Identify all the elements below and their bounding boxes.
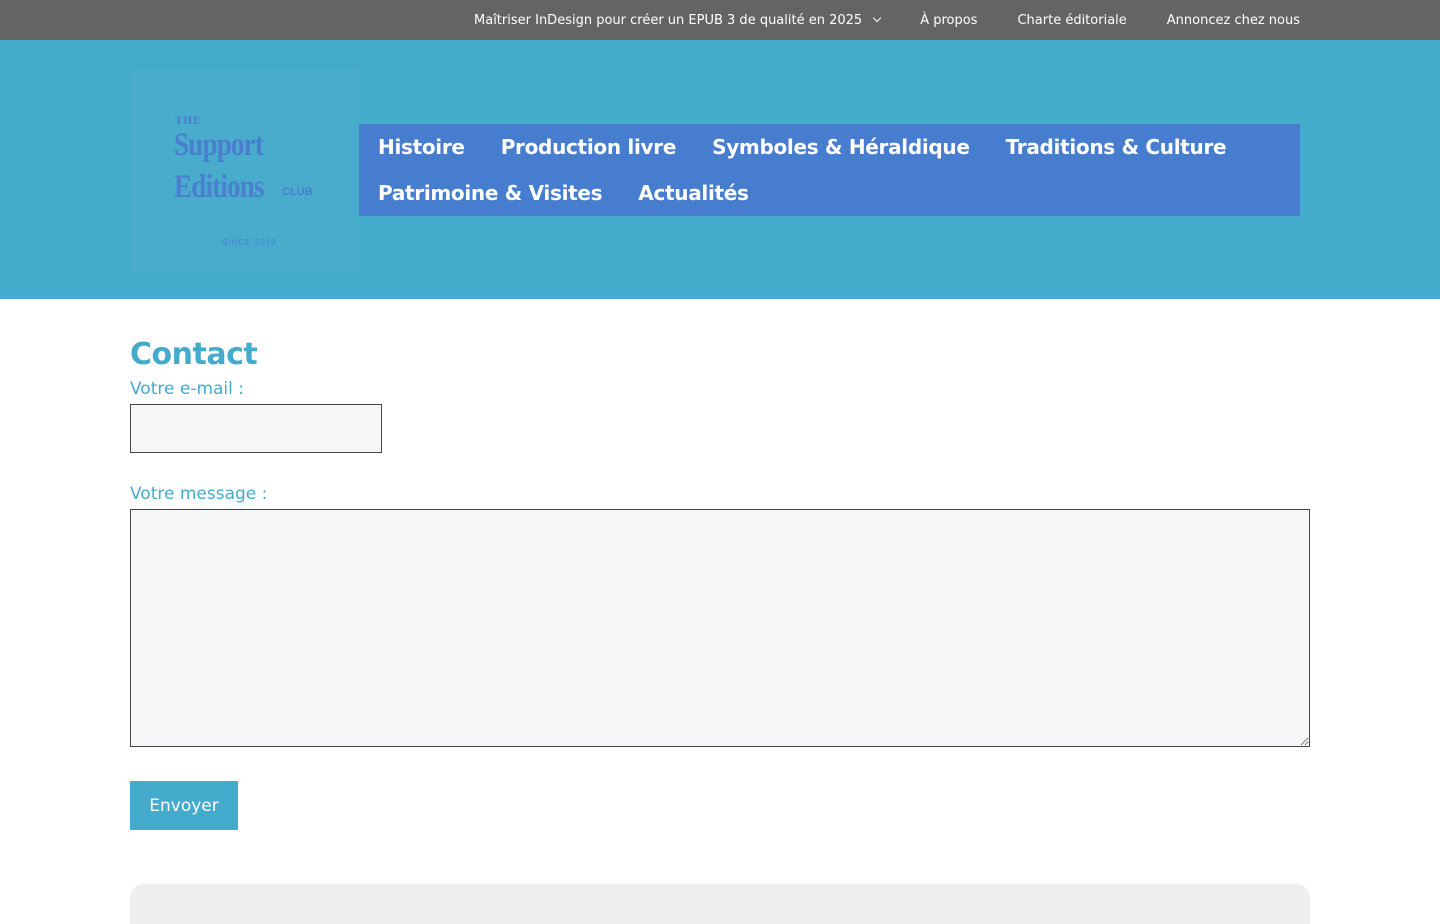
site-header: THE Support Editions CLUB SINCE 2010 His… [0, 40, 1440, 299]
topbar-item-editorial-charter[interactable]: Charte éditoriale [1017, 0, 1126, 40]
logo-text-since: SINCE 2010 [222, 238, 277, 247]
main-navigation: Histoire Production livre Symboles & Hér… [359, 124, 1300, 216]
site-logo[interactable]: THE Support Editions CLUB SINCE 2010 [130, 68, 360, 272]
logo-text-editions: Editions [174, 169, 265, 205]
message-field[interactable] [130, 509, 1310, 747]
submit-button[interactable]: Envoyer [130, 781, 238, 830]
main-nav-row: Patrimoine & Visites Actualités [360, 170, 1300, 216]
main-nav-row: Histoire Production livre Symboles & Hér… [360, 124, 1300, 170]
page-title: Contact [130, 337, 258, 372]
nav-item-book-production[interactable]: Production livre [483, 135, 694, 159]
footer-panel [130, 884, 1310, 924]
logo-text-support: Support [174, 127, 264, 163]
nav-item-news[interactable]: Actualités [620, 181, 766, 205]
logo-text-club: CLUB [282, 186, 313, 198]
nav-item-traditions-culture[interactable]: Traditions & Culture [988, 135, 1245, 159]
email-label: Votre e-mail : [130, 379, 245, 399]
topbar-item-indesign-epub[interactable]: Maîtriser InDesign pour créer un EPUB 3 … [474, 0, 882, 40]
topbar-item-label: Charte éditoriale [1017, 12, 1127, 28]
nav-item-symbols-heraldry[interactable]: Symboles & Héraldique [694, 135, 988, 159]
nav-item-history[interactable]: Histoire [360, 135, 483, 159]
top-bar: Maîtriser InDesign pour créer un EPUB 3 … [0, 0, 1440, 40]
topbar-item-label: Maîtriser InDesign pour créer un EPUB 3 … [474, 12, 863, 28]
chevron-down-icon [872, 13, 882, 23]
nav-item-heritage-visits[interactable]: Patrimoine & Visites [360, 181, 620, 205]
email-field[interactable] [130, 404, 382, 453]
message-label: Votre message : [130, 484, 268, 504]
logo-text-the: THE [175, 116, 202, 127]
topbar-item-label: Annoncez chez nous [1166, 12, 1300, 28]
topbar-item-about[interactable]: À propos [920, 0, 977, 40]
secondary-navigation: Maîtriser InDesign pour créer un EPUB 3 … [474, 0, 1300, 40]
topbar-item-label: À propos [920, 12, 978, 28]
topbar-item-advertise[interactable]: Annoncez chez nous [1167, 0, 1300, 40]
